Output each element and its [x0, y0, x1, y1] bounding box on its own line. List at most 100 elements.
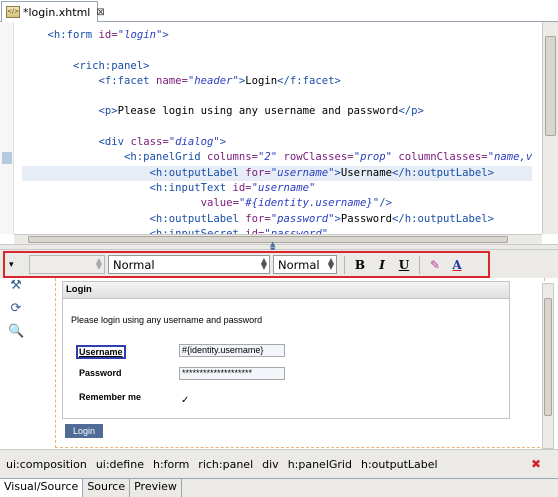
panel-header: Login: [63, 282, 509, 299]
editor-tab-title: *login.xhtml: [23, 5, 91, 19]
code-line[interactable]: <h:inputText id="username": [22, 181, 532, 196]
formatting-toolbar: ▾ ▲ ▼ Normal ▲ ▼ Normal ▲ ▼ B I U ✎ A: [3, 251, 490, 278]
visual-canvas[interactable]: Login Please login using any username an…: [29, 278, 545, 449]
code-token: name=: [155, 74, 188, 87]
toolbar-menu-icon[interactable]: ▾: [9, 260, 23, 270]
code-token: id=: [98, 29, 118, 41]
breadcrumb-item[interactable]: ui:composition: [6, 458, 87, 471]
breadcrumb-item[interactable]: ui:define: [96, 458, 144, 471]
code-token: <h:outputLabel: [22, 212, 246, 225]
bold-button[interactable]: B: [349, 255, 371, 275]
code-line[interactable]: <rich:panel>: [22, 59, 532, 74]
italic-button[interactable]: I: [371, 255, 393, 275]
code-token: </f:facet>: [277, 74, 341, 87]
breadcrumb-item[interactable]: div: [262, 458, 279, 471]
close-tab-icon[interactable]: ⊠: [96, 7, 104, 18]
paragraph-style-select[interactable]: Normal ▲ ▼: [108, 255, 270, 274]
toolbar-separator: [419, 255, 420, 274]
source-horizontal-scrollbar[interactable]: [14, 234, 542, 244]
breadcrumb-item[interactable]: h:outputLabel: [361, 458, 438, 471]
underline-button[interactable]: U: [393, 255, 415, 275]
login-button[interactable]: Login: [65, 424, 103, 438]
code-line[interactable]: <h:form id="login">: [22, 28, 532, 43]
text-color-button[interactable]: A: [446, 255, 468, 275]
code-line[interactable]: <div class="dialog">: [22, 135, 532, 150]
code-token: for=: [245, 166, 271, 179]
close-icon[interactable]: ✖: [531, 457, 541, 471]
breadcrumb-item[interactable]: h:panelGrid: [288, 458, 352, 471]
spinner-arrows-icon: ▲ ▼: [95, 256, 102, 271]
editor-mode-tabs: Visual/Source Source Preview: [0, 478, 558, 497]
code-token: id=: [232, 181, 252, 194]
code-token: <h:inputText: [22, 181, 233, 194]
code-token: <f:facet: [22, 74, 156, 87]
side-toolbar: ⚒ ⟳ 🔍: [8, 278, 26, 448]
scroll-thumb[interactable]: [544, 298, 552, 416]
tab-source[interactable]: Source: [83, 479, 131, 497]
code-token: "#{identity.username}": [238, 197, 380, 210]
editor-tabbar: </> *login.xhtml ⊠: [0, 0, 558, 22]
code-token: "username": [270, 166, 335, 179]
password-field[interactable]: ********************: [179, 367, 285, 380]
code-token: value=: [22, 197, 239, 210]
code-token: <rich:panel>: [22, 59, 150, 72]
code-line[interactable]: [22, 120, 532, 135]
code-token: <div: [22, 136, 131, 149]
code-token: Username: [340, 166, 392, 179]
visual-pane[interactable]: ⚒ ⟳ 🔍 Login Please login using any usern…: [0, 278, 558, 449]
editor-tab-login-xhtml[interactable]: </> *login.xhtml ⊠: [1, 1, 105, 22]
scroll-thumb[interactable]: [28, 236, 508, 243]
font-size-select[interactable]: Normal ▲ ▼: [273, 255, 337, 274]
rich-panel[interactable]: Login Please login using any username an…: [62, 281, 510, 419]
code-line[interactable]: [22, 89, 532, 104]
tab-visual-source[interactable]: Visual/Source: [0, 479, 84, 497]
username-label[interactable]: Username: [76, 345, 126, 359]
visual-vertical-scrollbar[interactable]: [542, 283, 554, 449]
code-line[interactable]: <h:panelGrid columns="2" rowClasses="pro…: [22, 150, 532, 165]
breadcrumb-item[interactable]: h:form: [153, 458, 189, 471]
scroll-thumb[interactable]: [545, 36, 556, 136]
code-line[interactable]: [22, 43, 532, 58]
code-token: </h:outputLabel>: [391, 212, 495, 225]
code-token: "login": [117, 29, 163, 41]
code-token: rowClasses=: [283, 151, 354, 164]
code-line[interactable]: <h:outputLabel for="password">Password</…: [22, 212, 532, 227]
preview-search-icon[interactable]: 🔍: [8, 324, 24, 340]
font-size-value: Normal: [278, 257, 320, 272]
code-token: columnClasses=: [398, 151, 488, 164]
highlight-color-button[interactable]: ✎: [424, 255, 446, 275]
code-line[interactable]: value="#{identity.username}"/>: [22, 196, 532, 211]
tools-icon[interactable]: ⚒: [8, 278, 24, 294]
code-token: >: [162, 29, 169, 41]
code-token: "name,v: [487, 151, 532, 164]
code-token: for=: [245, 212, 271, 225]
code-line[interactable]: <f:facet name="header">Login</f:facet>: [22, 74, 532, 89]
code-token: "prop": [353, 151, 399, 164]
current-line-marker: [2, 152, 12, 164]
code-token: "header": [187, 74, 239, 87]
breadcrumb-item[interactable]: rich:panel: [198, 458, 253, 471]
remember-me-label: Remember me: [79, 392, 142, 402]
tab-preview[interactable]: Preview: [130, 479, 182, 497]
spinner-arrows-icon: ▲ ▼: [327, 256, 334, 271]
toolbar-separator: [344, 255, 345, 274]
font-family-select[interactable]: ▲ ▼: [29, 255, 105, 274]
refresh-icon[interactable]: ⟳: [8, 301, 24, 317]
password-label: Password: [79, 368, 122, 378]
code-token: <h:panelGrid: [22, 151, 207, 164]
source-vertical-scrollbar[interactable]: [542, 22, 558, 234]
source-pane[interactable]: <h:form id="login"> <rich:panel> <f:face…: [0, 22, 558, 244]
code-token: class=: [130, 136, 169, 149]
code-token: columns=: [206, 151, 258, 164]
code-line[interactable]: <h:inputSecret id="password": [22, 227, 532, 234]
code-token: "2": [258, 151, 284, 164]
source-code[interactable]: <h:form id="login"> <rich:panel> <f:face…: [22, 28, 532, 234]
code-line[interactable]: <h:outputLabel for="username">Username</…: [22, 165, 532, 181]
code-token: <h:outputLabel: [22, 166, 246, 179]
code-line[interactable]: <p>Please login using any username and p…: [22, 104, 532, 119]
remember-me-checkbox[interactable]: ✓: [181, 395, 189, 406]
code-token: Password: [340, 212, 392, 225]
username-field[interactable]: #{identity.username}: [179, 344, 285, 357]
